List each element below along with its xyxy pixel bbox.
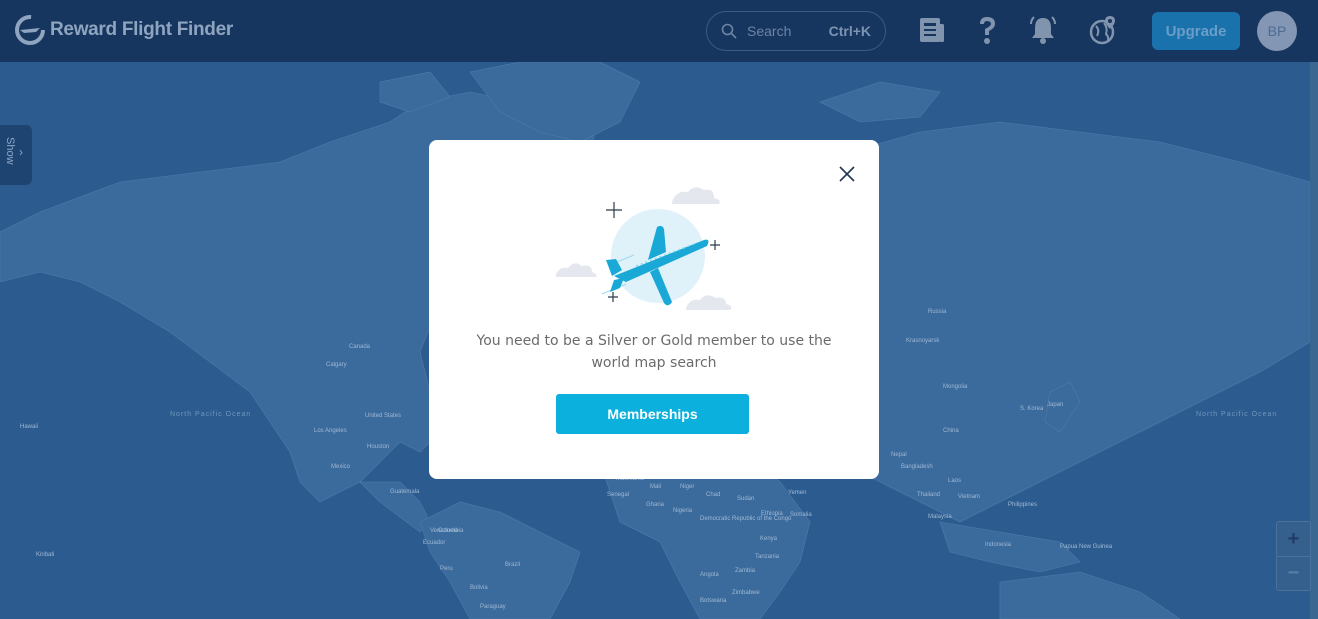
map-label-mongolia: Mongolia: [943, 384, 968, 390]
map-label-somalia: Somalia: [790, 512, 812, 518]
map-label-china: China: [943, 428, 959, 434]
map-label-zambia: Zambia: [735, 568, 756, 574]
map-label-yemen: Yemen: [788, 490, 807, 496]
close-icon[interactable]: [837, 164, 857, 184]
brand-logo[interactable]: Reward Flight Finder: [14, 14, 233, 46]
map-label-russia: Russia: [928, 309, 947, 315]
user-avatar[interactable]: BP: [1257, 11, 1297, 51]
map-label-united-states: United States: [365, 413, 402, 419]
map-label-indonesia: Indonesia: [985, 542, 1012, 548]
page-scrollbar[interactable]: [1310, 62, 1318, 619]
zoom-in-button[interactable]: +: [1277, 522, 1310, 556]
map-label-bangladesh: Bangladesh: [901, 464, 933, 470]
map-label-mali: Mali: [650, 484, 662, 490]
sidebar-show-label: Show: [4, 137, 16, 165]
map-label-vietnam: Vietnam: [958, 494, 980, 500]
memberships-button[interactable]: Memberships: [556, 394, 749, 434]
map-label-brazil: Brazil: [505, 562, 521, 568]
map-zoom-controls: + −: [1276, 521, 1311, 591]
map-label-peru: Peru: [440, 566, 453, 572]
search-placeholder: Search: [747, 23, 792, 39]
map-label-kiribati: Kiribati: [36, 552, 55, 558]
map-label-tanzania: Tanzania: [755, 554, 780, 560]
map-label-mexico: Mexico: [331, 464, 351, 470]
map-label-los-angeles: Los Angeles: [314, 428, 347, 434]
map-label-bolivia: Bolivia: [470, 585, 488, 591]
map-label-calgary: Calgary: [326, 362, 347, 368]
top-nav-bar: Reward Flight Finder Search Ctrl+K Upgra…: [0, 0, 1318, 62]
map-label-drc: Democratic Republic of the Congo: [700, 516, 792, 522]
map-label-nigeria: Nigeria: [673, 508, 693, 514]
map-label-kenya: Kenya: [760, 536, 778, 542]
map-label-krasnoyarsk: Krasnoyarsk: [906, 338, 940, 344]
ocean-label-north-pacific-east: North Pacific Ocean: [170, 411, 252, 418]
map-label-paraguay: Paraguay: [480, 604, 506, 610]
search-icon: [721, 23, 737, 39]
map-label-ghana: Ghana: [646, 502, 665, 508]
map-label-chad: Chad: [706, 492, 721, 498]
map-label-canada: Canada: [349, 344, 371, 350]
zoom-out-button[interactable]: −: [1277, 556, 1310, 590]
map-label-botswana: Botswana: [700, 598, 727, 604]
map-label-japan: Japan: [1047, 402, 1064, 408]
help-icon[interactable]: [972, 14, 1002, 46]
map-label-niger: Niger: [680, 484, 695, 490]
map-label-thailand: Thailand: [917, 492, 941, 498]
map-label-zimbabwe: Zimbabwe: [732, 590, 760, 596]
notifications-bell-icon[interactable]: [1028, 14, 1058, 46]
logo-icon: [15, 15, 45, 45]
search-input[interactable]: Search Ctrl+K: [706, 11, 886, 51]
map-label-philippines: Philippines: [1008, 502, 1038, 508]
globe-pin-icon[interactable]: [1088, 14, 1118, 46]
map-label-korea: S. Korea: [1020, 406, 1044, 412]
map-label-hawaii: Hawaii: [20, 424, 39, 430]
map-label-nepal: Nepal: [891, 452, 907, 458]
map-label-ecuador: Ecuador: [423, 540, 446, 546]
upgrade-button[interactable]: Upgrade: [1152, 12, 1240, 50]
news-icon[interactable]: [917, 14, 947, 46]
map-label-angola: Angola: [700, 572, 719, 578]
map-label-senegal: Senegal: [607, 492, 630, 498]
map-label-houston: Houston: [367, 444, 390, 450]
chevron-right-icon: ›: [19, 145, 23, 159]
map-label-sudan: Sudan: [737, 496, 755, 502]
membership-message: You need to be a Silver or Gold member t…: [476, 333, 832, 371]
map-label-laos: Laos: [948, 478, 962, 484]
membership-required-dialog: You need to be a Silver or Gold member t…: [429, 140, 879, 479]
ocean-label-north-pacific-west: North Pacific Ocean: [1196, 411, 1278, 418]
search-shortcut: Ctrl+K: [828, 23, 871, 39]
map-label-malaysia: Malaysia: [928, 514, 952, 520]
sidebar-show-toggle[interactable]: Show ›: [0, 125, 32, 185]
map-label-papua: Papua New Guinea: [1060, 544, 1113, 550]
airplane-illustration: [556, 187, 732, 310]
map-label-guatemala: Guatemala: [390, 489, 420, 495]
brand-name: Reward Flight Finder: [50, 19, 233, 40]
map-label-colombia: Colombia: [438, 528, 464, 534]
